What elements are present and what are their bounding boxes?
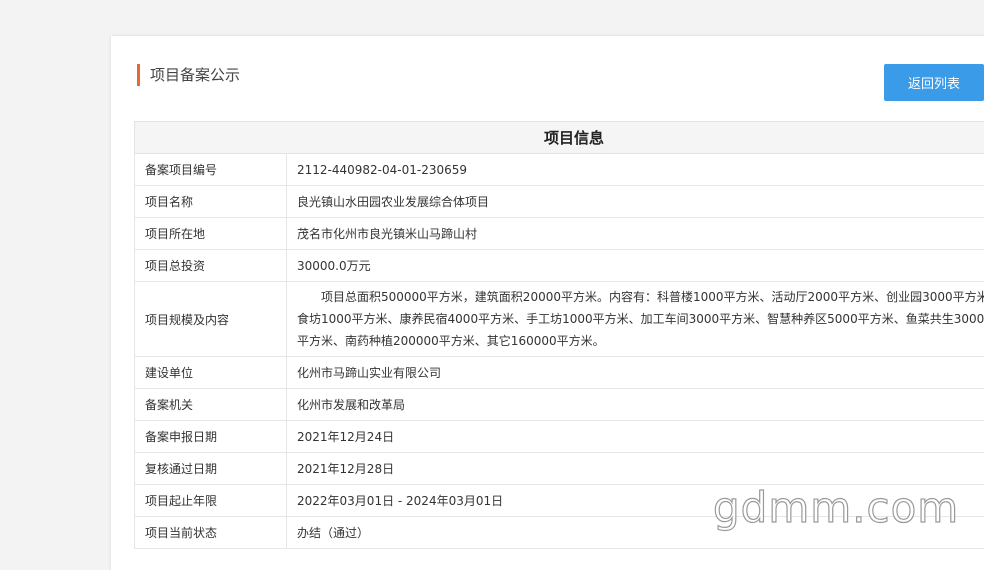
row-value: 2021年12月28日 bbox=[286, 452, 984, 485]
row-label: 项目总投资 bbox=[134, 249, 287, 282]
row-value: 化州市发展和改革局 bbox=[286, 388, 984, 421]
table-heading: 项目信息 bbox=[134, 121, 984, 154]
row-label: 建设单位 bbox=[134, 356, 287, 389]
back-to-list-button[interactable]: 返回列表 bbox=[884, 64, 984, 101]
table-row: 项目所在地 茂名市化州市良光镇米山马蹄山村 bbox=[134, 217, 984, 250]
row-label: 项目所在地 bbox=[134, 217, 287, 250]
row-value: 2021年12月24日 bbox=[286, 420, 984, 453]
row-value: 茂名市化州市良光镇米山马蹄山村 bbox=[286, 217, 984, 250]
row-value: 30000.0万元 bbox=[286, 249, 984, 282]
table-row: 项目总投资 30000.0万元 bbox=[134, 249, 984, 282]
table-row: 建设单位 化州市马蹄山实业有限公司 bbox=[134, 356, 984, 389]
table-row: 备案项目编号 2112-440982-04-01-230659 bbox=[134, 153, 984, 186]
section-title: 项目备案公示 bbox=[137, 64, 240, 86]
table-header-row: 项目信息 bbox=[134, 121, 984, 154]
row-label: 项目当前状态 bbox=[134, 516, 287, 549]
table-row: 项目规模及内容 项目总面积500000平方米，建筑面积20000平方米。内容有：… bbox=[134, 281, 984, 357]
site-watermark: gdmm.com bbox=[712, 483, 960, 532]
row-value: 良光镇山水田园农业发展综合体项目 bbox=[286, 185, 984, 218]
table-row: 复核通过日期 2021年12月28日 bbox=[134, 452, 984, 485]
row-value: 项目总面积500000平方米，建筑面积20000平方米。内容有：科普楼1000平… bbox=[286, 281, 984, 357]
row-label: 项目起止年限 bbox=[134, 484, 287, 517]
row-label: 备案机关 bbox=[134, 388, 287, 421]
row-label: 备案项目编号 bbox=[134, 153, 287, 186]
title-accent-bar bbox=[137, 64, 140, 86]
row-value: 化州市马蹄山实业有限公司 bbox=[286, 356, 984, 389]
row-label: 备案申报日期 bbox=[134, 420, 287, 453]
row-value: 2112-440982-04-01-230659 bbox=[286, 153, 984, 186]
row-label: 复核通过日期 bbox=[134, 452, 287, 485]
table-row: 项目名称 良光镇山水田园农业发展综合体项目 bbox=[134, 185, 984, 218]
table-row: 备案机关 化州市发展和改革局 bbox=[134, 388, 984, 421]
row-label: 项目规模及内容 bbox=[134, 281, 287, 357]
row-label: 项目名称 bbox=[134, 185, 287, 218]
page-title: 项目备案公示 bbox=[150, 66, 241, 84]
table-row: 备案申报日期 2021年12月24日 bbox=[134, 420, 984, 453]
